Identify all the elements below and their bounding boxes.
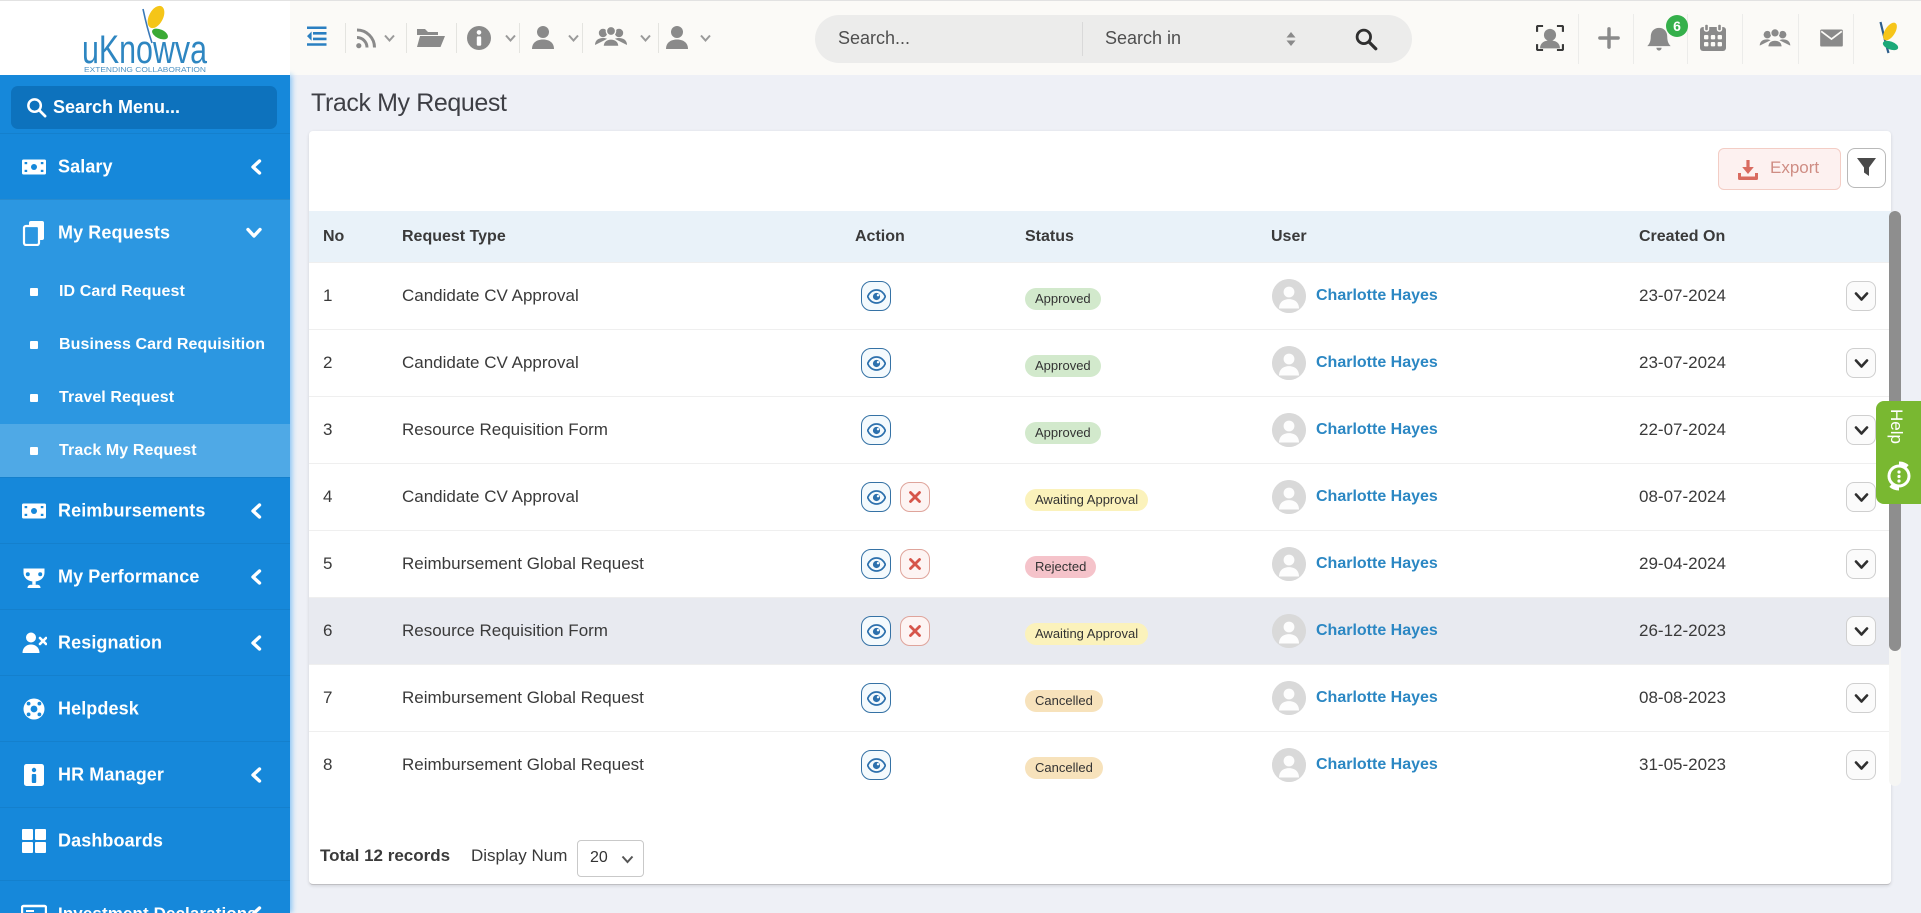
svg-text:uKnowva: uKnowva xyxy=(82,28,208,72)
svg-text:EXTENDING COLLABORATION: EXTENDING COLLABORATION xyxy=(84,67,206,74)
